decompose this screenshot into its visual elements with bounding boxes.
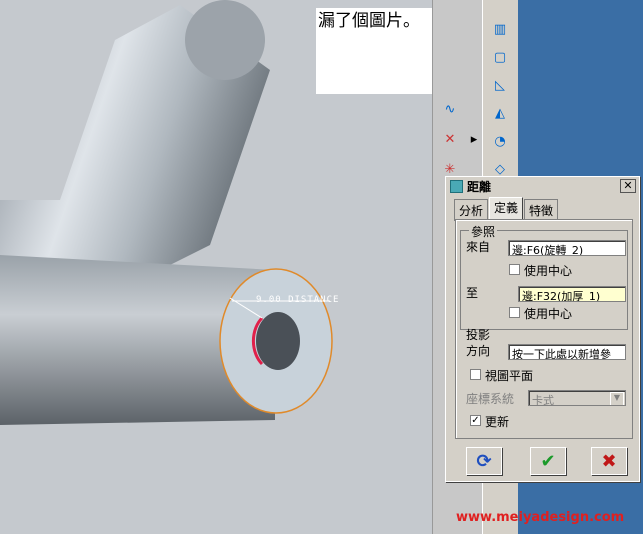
direction-field[interactable]: 按一下此處以新增參: [508, 344, 626, 360]
ok-button[interactable]: ✔: [530, 447, 566, 475]
distance-dialog: 距離 ✕ 分析 定義 特徵 參照 來自 邊:F6(旋轉_2) 使用中心 至 邊:…: [445, 176, 640, 482]
view-plane-checkbox[interactable]: [470, 369, 481, 380]
projection-label: 投影: [466, 328, 491, 342]
from-label: 來自: [466, 240, 491, 254]
use-center-1-label: 使用中心: [524, 264, 573, 278]
update-label: 更新: [485, 415, 510, 429]
refresh-icon: ⟳: [476, 450, 492, 472]
cancel-button[interactable]: ✖: [591, 447, 627, 475]
use-center-1-checkbox[interactable]: [509, 264, 520, 275]
extrude-icon[interactable]: ▥: [489, 18, 511, 40]
round-icon[interactable]: ◔: [489, 130, 511, 152]
datum-point-icon[interactable]: ✕: [439, 128, 461, 150]
checkmark-icon: ✔: [540, 450, 556, 472]
sketch-curve-icon[interactable]: ∿: [439, 98, 461, 120]
rib-icon[interactable]: ◭: [489, 102, 511, 124]
watermark-text: www.meiyadesign.com: [456, 510, 625, 525]
tab-feature[interactable]: 特徵: [524, 199, 559, 221]
recompute-button[interactable]: ⟳: [466, 447, 502, 475]
cancel-icon: ✖: [601, 450, 617, 472]
coord-system-label: 座標系統: [466, 392, 515, 406]
tab-analysis[interactable]: 分析: [454, 199, 489, 221]
coord-system-value: 卡式: [532, 394, 554, 406]
coord-system-select[interactable]: 卡式 ▼: [528, 390, 626, 406]
dialog-title: 距離: [467, 179, 492, 194]
to-field[interactable]: 邊:F32(加厚_1): [518, 286, 626, 302]
dimension-label: 9.00 DISTANCE: [256, 295, 340, 305]
use-center-2-label: 使用中心: [524, 307, 573, 321]
draft-icon[interactable]: ◺: [489, 74, 511, 96]
use-center-2-checkbox[interactable]: [509, 307, 520, 318]
update-checkbox[interactable]: ✓: [470, 415, 481, 426]
direction-label: 方向: [466, 344, 491, 358]
to-label: 至: [466, 286, 479, 300]
dialog-titlebar[interactable]: 距離: [446, 177, 639, 195]
definition-panel: 參照 來自 邊:F6(旋轉_2) 使用中心 至 邊:F32(加厚_1) 使用中心…: [455, 219, 633, 439]
dialog-app-icon: [450, 179, 463, 193]
tab-definition[interactable]: 定義: [489, 197, 524, 219]
shell-icon[interactable]: ▢: [489, 46, 511, 68]
chevron-down-icon: ▼: [610, 392, 624, 405]
from-field[interactable]: 邊:F6(旋轉_2): [508, 240, 626, 256]
close-button[interactable]: ✕: [620, 179, 636, 193]
dialog-tabs: 分析 定義 特徵: [454, 197, 559, 221]
view-plane-label: 視圖平面: [485, 369, 534, 383]
